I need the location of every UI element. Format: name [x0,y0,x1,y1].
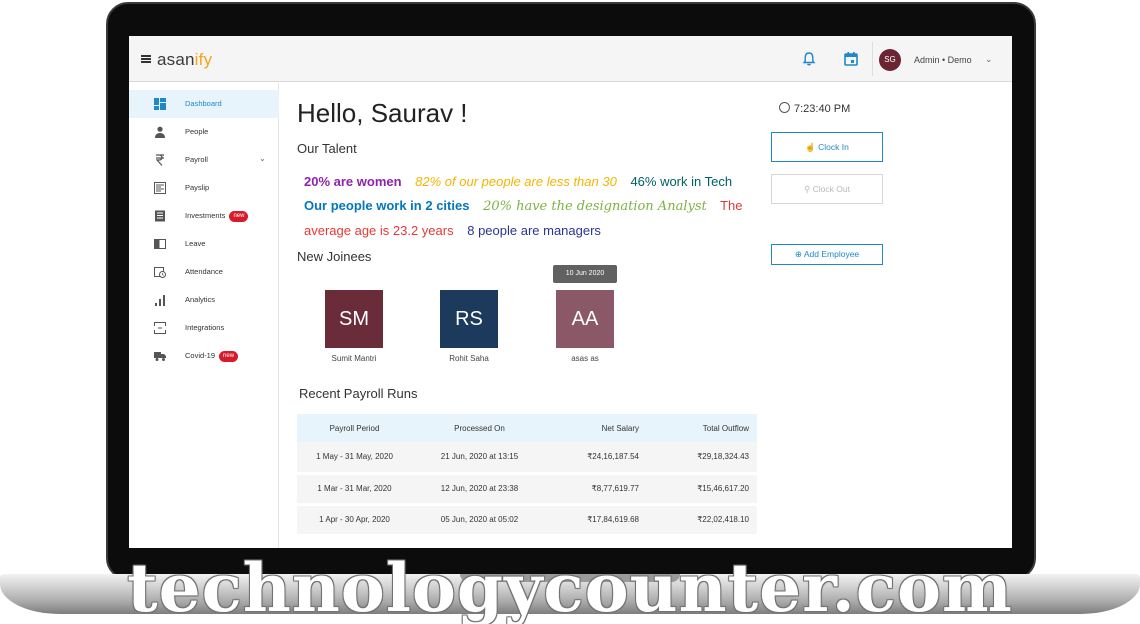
column-header: Processed On [412,414,547,442]
talent-stat: Our people work in 2 cities [304,198,470,213]
sidebar-item-investments[interactable]: Investments new [129,202,279,230]
new-badge: new [229,211,249,222]
payroll-section-title: Recent Payroll Runs [299,386,418,401]
table-cell: 1 May - 31 May, 2020 [297,442,412,475]
sidebar-item-covid-19[interactable]: Covid-19 new [129,342,279,370]
table-cell: 1 Apr - 30 Apr, 2020 [297,504,412,537]
user-menu-label[interactable]: Admin • Demo [914,55,972,65]
notification-bell-icon[interactable] [801,51,817,67]
table-row[interactable]: 1 Mar - 31 Mar, 2020 12 Jun, 2020 at 23:… [297,473,757,506]
sidebar-item-attendance[interactable]: Attendance [129,258,279,286]
add-employee-button[interactable]: ⊕ Add Employee [771,244,883,265]
table-cell: ₹17,84,619.68 [547,504,647,537]
page: asanify SG Admin • Demo ⌄ Dashboard Peop… [0,0,1140,624]
column-header: Net Salary [547,414,647,442]
talent-stat: 20% have the designation Analyst [483,199,707,214]
talent-stat: 46% work in Tech [630,174,733,189]
joinee-date-tooltip: 10 Jun 2020 [553,265,617,283]
joinee-card[interactable]: AA asas as [530,290,640,363]
sidebar-item-people[interactable]: People [129,118,279,146]
column-header: Payroll Period [297,414,412,442]
joinee-card[interactable]: RS Rohit Saha [414,290,524,363]
talent-stat: 82% of our people are less than 30 [415,174,617,189]
dashboard-icon [154,98,166,110]
talent-stats: 20% are women 82% of our people are less… [304,170,744,243]
sidebar-item-leave[interactable]: Leave [129,230,279,258]
app-logo[interactable]: asanify [157,50,212,70]
payroll-table: Payroll Period Processed On Net Salary T… [297,414,757,537]
joinee-name: Rohit Saha [449,354,489,363]
joinee-name: Sumit Mantri [331,354,377,363]
sidebar: Dashboard People Payroll ⌄ Payslip Inves… [129,83,279,548]
sidebar-item-dashboard[interactable]: Dashboard [129,90,279,118]
sidebar-item-analytics[interactable]: Analytics [129,286,279,314]
add-circle-icon: ⊕ [794,249,802,259]
joinee-avatar[interactable]: SM [325,290,383,348]
sidebar-item-label: People [185,127,209,136]
bar-chart-icon [155,295,165,306]
payslip-icon [154,182,166,194]
table-cell: ₹29,18,324.43 [647,442,757,475]
sidebar-item-label: Integrations [185,323,225,332]
document-icon [155,210,165,222]
watermark-text: technologycounter.com [127,549,1013,624]
sidebar-item-integrations[interactable]: Integrations [129,314,279,342]
sidebar-item-label: Leave [185,239,206,248]
hand-pointer-icon: ☝ [805,142,816,152]
key-icon: ⚲ [804,184,811,194]
table-cell: 12 Jun, 2020 at 23:38 [412,473,547,506]
table-row[interactable]: 1 May - 31 May, 2020 21 Jun, 2020 at 13:… [297,442,757,475]
table-cell: ₹22,02,418.10 [647,504,757,537]
table-cell: 1 Mar - 31 Mar, 2020 [297,473,412,506]
sidebar-item-label: Investments new [185,211,249,222]
sidebar-item-payroll[interactable]: Payroll ⌄ [129,146,279,174]
page-title: Hello, Saurav ! [297,98,468,128]
leave-icon [154,239,166,249]
clock-out-button[interactable]: ⚲ Clock Out [771,174,883,204]
top-bar: asanify SG Admin • Demo ⌄ [129,36,1012,82]
table-row[interactable]: 1 Apr - 30 Apr, 2020 05 Jun, 2020 at 05:… [297,504,757,537]
joinee-name: asas as [571,354,599,363]
sidebar-item-label: Analytics [185,295,216,304]
user-avatar[interactable]: SG [879,49,901,71]
truck-icon [154,352,166,361]
sidebar-item-label: Attendance [185,267,223,276]
topbar-divider [872,42,873,76]
clock-in-button[interactable]: ☝ Clock In [771,132,883,162]
joinee-avatar[interactable]: AA [556,290,614,348]
sidebar-item-label: Covid-19 new [185,351,239,362]
table-cell: 21 Jun, 2020 at 13:15 [412,442,547,475]
chevron-down-icon[interactable]: ⌄ [985,54,993,65]
talent-section-title: Our Talent [297,141,357,156]
person-icon [155,126,165,138]
joinee-card[interactable]: SM Sumit Mantri [299,290,409,363]
table-cell: ₹8,77,619.77 [547,473,647,506]
talent-stat: 8 people are managers [467,223,601,238]
table-cell: 05 Jun, 2020 at 05:02 [412,504,547,537]
calendar-clock-icon [154,267,166,278]
app-screen: asanify SG Admin • Demo ⌄ Dashboard Peop… [129,36,1012,548]
table-cell: ₹15,46,617.20 [647,473,757,506]
current-time: 7:23:40 PM [779,102,850,115]
table-cell: ₹24,16,187.54 [547,442,647,475]
sidebar-item-label: Payroll [185,155,208,164]
sidebar-item-payslip[interactable]: Payslip [129,174,279,202]
calendar-icon[interactable] [843,51,859,67]
sidebar-item-label: Dashboard [185,99,222,108]
table-header-row: Payroll Period Processed On Net Salary T… [297,414,757,442]
talent-stat: 20% are women [304,174,402,189]
new-badge: new [219,351,239,362]
rupee-icon [155,154,164,166]
sidebar-item-label: Payslip [185,183,210,192]
clock-icon [779,102,790,113]
column-header: Total Outflow [647,414,757,442]
joinee-avatar[interactable]: RS [440,290,498,348]
joinees-section-title: New Joinees [297,249,372,264]
integrations-icon [154,322,166,334]
chevron-down-icon[interactable]: ⌄ [259,154,266,163]
menu-icon[interactable] [141,55,151,63]
